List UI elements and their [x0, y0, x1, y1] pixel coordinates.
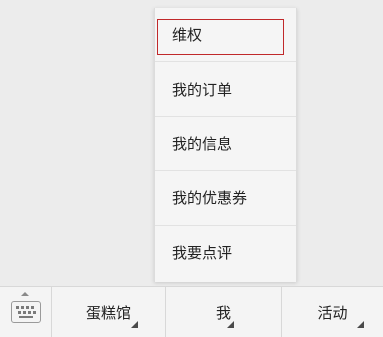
menu-item-my-info[interactable]: 我的信息 — [155, 117, 296, 172]
menu-item-label: 我的优惠券 — [172, 189, 248, 208]
menu-item-label: 我的信息 — [172, 134, 233, 153]
keyboard-icon — [11, 301, 41, 323]
tab-label: 蛋糕馆 — [85, 303, 131, 322]
menu-item-my-orders[interactable]: 我的订单 — [155, 62, 296, 117]
popup-menu: 维权 我的订单 我的信息 我的优惠券 我要点评 — [154, 8, 297, 282]
submenu-corner-icon — [357, 321, 364, 328]
caret-up-icon — [21, 292, 29, 296]
tab-me[interactable]: 我 — [166, 287, 282, 337]
menu-item-my-coupons[interactable]: 我的优惠券 — [155, 171, 296, 226]
menu-item-label: 我的订单 — [172, 80, 233, 99]
menu-item-label: 维权 — [172, 26, 203, 44]
tab-cake-shop[interactable]: 蛋糕馆 — [52, 287, 166, 337]
bottom-menu-bar: 蛋糕馆 我 活动 — [0, 286, 383, 337]
submenu-corner-icon — [131, 321, 138, 328]
menu-item-rights[interactable]: 维权 — [155, 8, 296, 63]
tab-label: 活动 — [317, 303, 348, 322]
keyboard-toggle-button[interactable] — [0, 287, 52, 337]
submenu-corner-icon — [227, 321, 234, 328]
tab-label: 我 — [215, 303, 231, 322]
tab-activities[interactable]: 活动 — [282, 287, 383, 337]
menu-item-label: 我要点评 — [172, 244, 233, 263]
menu-item-write-review[interactable]: 我要点评 — [155, 226, 296, 280]
